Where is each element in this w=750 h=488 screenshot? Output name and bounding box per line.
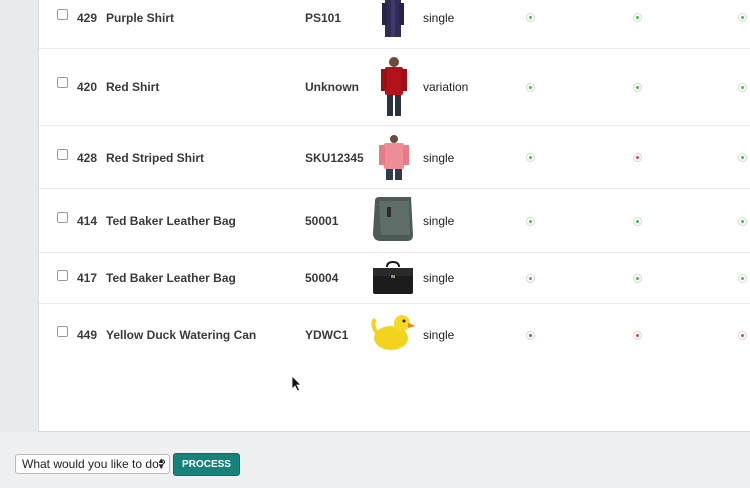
product-list-panel: 429 Purple Shirt PS101 single 420 Red Sh…: [38, 0, 750, 432]
purple-shirt-image: [382, 0, 404, 37]
status-indicator: [526, 331, 535, 340]
status-indicator: [633, 13, 642, 22]
product-id: 420: [77, 80, 98, 94]
product-name[interactable]: Yellow Duck Watering Can: [106, 328, 256, 342]
product-id: 429: [77, 11, 98, 25]
row-checkbox[interactable]: [57, 212, 68, 223]
row-checkbox[interactable]: [57, 9, 68, 20]
red-shirt-image: [381, 57, 407, 116]
status-indicator: [738, 83, 747, 92]
product-type: variation: [423, 80, 469, 94]
status-indicator: [633, 331, 642, 340]
product-id: 414: [77, 214, 98, 228]
product-id: 449: [77, 328, 98, 342]
briefcase-image: [373, 260, 413, 294]
table-row: 417 Ted Baker Leather Bag 50004 single: [39, 253, 750, 304]
duck-watering-can-image: [371, 315, 416, 350]
product-type: single: [423, 328, 455, 342]
status-indicator: [526, 217, 535, 226]
table-row: 449 Yellow Duck Watering Can YDWC1 singl…: [39, 304, 750, 367]
select-arrows-icon: ▲ ▼: [157, 456, 165, 471]
product-name[interactable]: Ted Baker Leather Bag: [106, 271, 236, 285]
status-indicator: [526, 274, 535, 283]
leather-bag-image: [373, 197, 413, 241]
bulk-action-selected-value: What would you like to do?: [22, 457, 166, 471]
product-id: 428: [77, 151, 98, 165]
status-indicator: [738, 331, 747, 340]
status-indicator: [526, 13, 535, 22]
product-type: single: [423, 271, 455, 285]
product-sku: Unknown: [305, 80, 359, 94]
bulk-action-select[interactable]: What would you like to do? ▲ ▼: [15, 454, 170, 474]
product-type: single: [423, 214, 455, 228]
product-id: 417: [77, 271, 98, 285]
row-checkbox[interactable]: [57, 149, 68, 160]
table-row: 420 Red Shirt Unknown variation: [39, 49, 750, 126]
status-indicator: [633, 217, 642, 226]
product-sku: YDWC1: [305, 328, 349, 342]
product-name[interactable]: Red Shirt: [106, 80, 159, 94]
product-sku: SKU12345: [305, 151, 364, 165]
product-name[interactable]: Red Striped Shirt: [106, 151, 204, 165]
red-striped-shirt-image: [379, 135, 409, 180]
left-gutter: [0, 0, 38, 432]
product-name[interactable]: Ted Baker Leather Bag: [106, 214, 236, 228]
row-checkbox[interactable]: [57, 326, 68, 337]
product-sku: 50004: [305, 271, 339, 285]
status-indicator: [633, 83, 642, 92]
row-checkbox[interactable]: [57, 77, 68, 88]
status-indicator: [526, 153, 535, 162]
status-indicator: [738, 153, 747, 162]
status-indicator: [633, 274, 642, 283]
table-row: 414 Ted Baker Leather Bag 50001 single: [39, 189, 750, 253]
table-row: 429 Purple Shirt PS101 single: [39, 0, 750, 49]
product-sku: 50001: [305, 214, 339, 228]
status-indicator: [633, 153, 642, 162]
status-indicator: [738, 274, 747, 283]
mouse-pointer-icon: [291, 375, 302, 392]
table-row: 428 Red Striped Shirt SKU12345 single: [39, 126, 750, 189]
process-button[interactable]: PROCESS: [173, 453, 240, 476]
product-sku: PS101: [305, 11, 342, 25]
row-checkbox[interactable]: [57, 270, 68, 281]
product-type: single: [423, 11, 455, 25]
product-name[interactable]: Purple Shirt: [106, 11, 174, 25]
status-indicator: [738, 217, 747, 226]
status-indicator: [738, 13, 747, 22]
product-type: single: [423, 151, 455, 165]
status-indicator: [526, 83, 535, 92]
